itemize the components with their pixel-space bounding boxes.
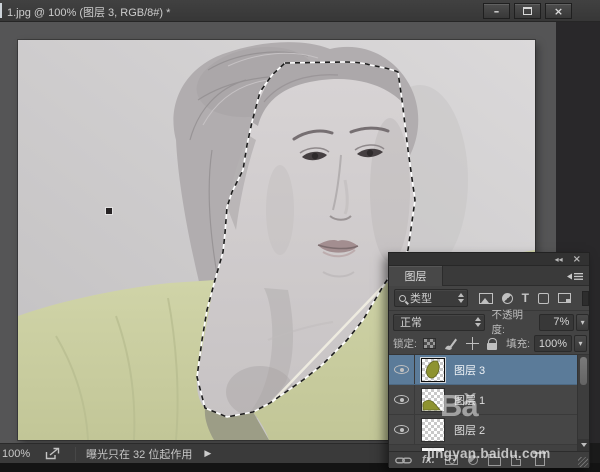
opacity-dropdown-button[interactable]: ▾ (576, 314, 589, 331)
layer-row-2[interactable]: 图层 2 (389, 415, 579, 445)
layer-name[interactable]: 图层 1 (454, 392, 485, 408)
fill-label: 填充: (506, 336, 530, 351)
new-adjustment-layer-icon[interactable] (468, 455, 478, 465)
panel-close-icon[interactable]: × (573, 254, 581, 265)
add-mask-icon[interactable] (445, 455, 458, 465)
export-share-icon[interactable] (44, 447, 61, 461)
filter-pixel-layers-icon[interactable] (479, 293, 493, 304)
layer-list-scrollbar[interactable] (577, 355, 589, 451)
layer-name[interactable]: 图层 3 (454, 362, 485, 378)
eye-icon (394, 425, 409, 434)
new-layer-icon[interactable] (511, 455, 521, 466)
filtering-toggle-icon[interactable] (582, 291, 589, 306)
window-controls: – × (483, 3, 572, 19)
status-separator (75, 447, 76, 461)
blend-mode-select[interactable]: 正常 (393, 314, 485, 331)
status-message: 曝光只在 32 位起作用 (82, 446, 202, 462)
layers-panel: ◂◂ × 图层 类型 T (388, 252, 590, 467)
panel-menu-icon[interactable] (567, 272, 583, 281)
visibility-toggle[interactable] (389, 385, 415, 414)
lock-row: 锁定: 填充: 100% ▾ (389, 333, 589, 355)
eye-icon (394, 365, 409, 374)
search-icon (399, 295, 406, 302)
filter-shape-layers-icon[interactable] (538, 293, 549, 304)
lock-position-icon[interactable] (466, 337, 479, 350)
close-icon: × (554, 6, 563, 17)
maximize-icon (523, 7, 532, 15)
fill-dropdown-button[interactable]: ▾ (574, 335, 587, 352)
opacity-value: 7% (553, 316, 569, 328)
lock-pixels-brush-icon[interactable] (444, 337, 458, 350)
link-layers-icon[interactable] (395, 456, 412, 465)
visibility-toggle[interactable] (389, 415, 415, 444)
triangle-down-icon (581, 443, 587, 447)
filter-row: 类型 T (389, 286, 589, 311)
panel-collapse-icon[interactable]: ◂◂ (555, 255, 563, 264)
layer-thumbnail[interactable] (421, 388, 445, 412)
close-button[interactable]: × (545, 3, 572, 19)
photoshop-window: 1.jpg @ 100% (图层 3, RGB/8#) * – × (0, 0, 600, 472)
blend-mode-value: 正常 (400, 314, 422, 330)
filter-type-layers-icon[interactable]: T (522, 292, 529, 304)
doc-tab-edge (0, 3, 2, 18)
chevron-down-icon: ▾ (578, 339, 582, 348)
layer-thumbnail[interactable] (421, 358, 445, 382)
panel-tabbar: 图层 (389, 266, 589, 286)
lock-all-icon[interactable] (487, 343, 497, 350)
layer-thumbnail[interactable] (421, 418, 445, 442)
filter-adjustment-layers-icon[interactable] (502, 293, 513, 304)
panel-minibar: ◂◂ × (389, 253, 589, 266)
layer-list: 图层 3 图层 1 图层 2 (389, 355, 589, 451)
minimize-button[interactable]: – (483, 3, 510, 19)
new-group-icon[interactable] (488, 457, 501, 466)
lock-buttons (423, 337, 497, 350)
fill-input[interactable]: 100% (534, 335, 572, 352)
filter-type-label: 类型 (410, 290, 432, 306)
panel-footer: fx. (389, 451, 589, 468)
filter-type-select[interactable]: 类型 (394, 289, 468, 307)
window-titlebar: 1.jpg @ 100% (图层 3, RGB/8#) * – × (0, 0, 600, 22)
lock-transparency-icon[interactable] (423, 338, 436, 349)
zoom-level-field[interactable]: 100% (2, 448, 38, 460)
layer-name[interactable]: 图层 2 (454, 422, 485, 438)
eye-icon (394, 395, 409, 404)
layer-style-icon[interactable]: fx. (422, 454, 435, 466)
layer-row-3[interactable]: 图层 3 (389, 355, 579, 385)
filter-kind-buttons: T (479, 291, 589, 306)
fill-value: 100% (539, 338, 567, 350)
filter-smart-objects-icon[interactable] (558, 293, 571, 303)
minimize-icon: – (494, 6, 500, 17)
tab-layers-label: 图层 (405, 268, 427, 284)
opacity-input[interactable]: 7% (539, 314, 574, 331)
scrollbar-down-button[interactable] (578, 439, 589, 451)
layer-row-1[interactable]: 图层 1 (389, 385, 579, 415)
maximize-button[interactable] (514, 3, 541, 19)
spinner-icon (475, 317, 481, 327)
tab-layers[interactable]: 图层 (389, 266, 443, 286)
panel-resize-grip[interactable] (578, 457, 588, 467)
lock-label: 锁定: (393, 336, 417, 351)
visibility-toggle[interactable] (389, 355, 415, 384)
chevron-down-icon: ▾ (581, 318, 585, 327)
document-title: 1.jpg @ 100% (图层 3, RGB/8#) * (7, 4, 170, 20)
delete-layer-icon[interactable] (535, 455, 545, 466)
blend-row: 正常 不透明度: 7% ▾ (389, 311, 589, 333)
fill-controls: 填充: 100% ▾ (499, 335, 589, 352)
status-more-arrow-icon[interactable]: ▶ (204, 449, 211, 459)
scrollbar-thumb[interactable] (580, 357, 587, 385)
spinner-icon (458, 293, 464, 303)
color-sampler-point (106, 208, 112, 214)
